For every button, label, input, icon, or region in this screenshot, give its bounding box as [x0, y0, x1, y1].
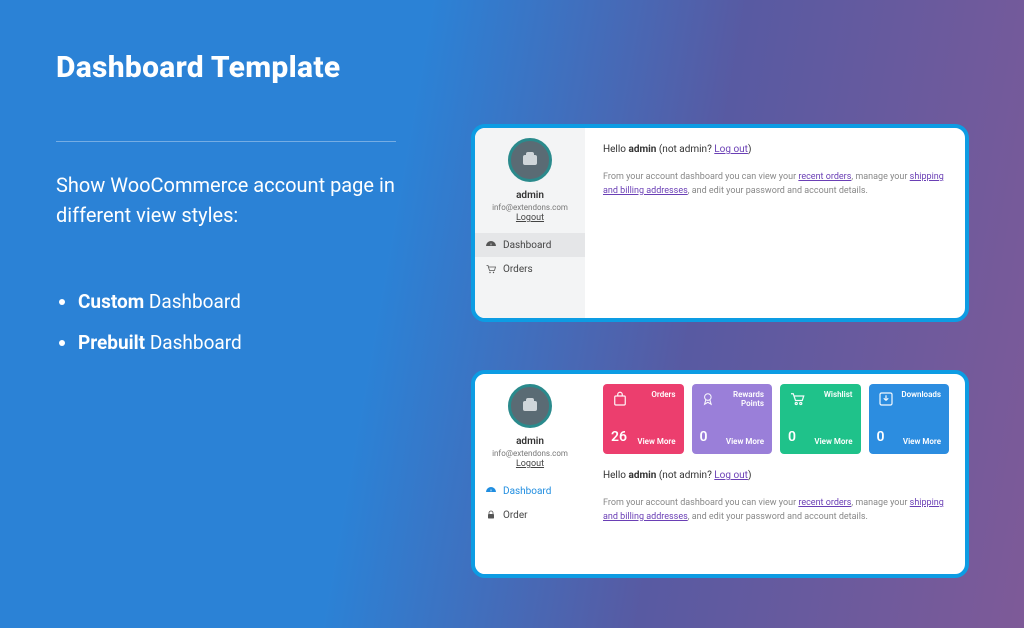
card-value: 26 — [611, 427, 627, 448]
account-sidebar: admin info@extendons.com Logout Dashboar… — [475, 128, 585, 318]
logout-link[interactable]: Logout — [516, 213, 544, 223]
sidebar-item-label: Dashboard — [503, 486, 551, 497]
list-item: Prebuilt Dashboard — [78, 331, 1024, 354]
card-label: Downloads — [901, 390, 941, 399]
ribbon-icon — [700, 390, 716, 408]
page-title: Dashboard Template — [56, 50, 1024, 85]
greeting: Hello admin (not admin? Log out) — [603, 142, 949, 157]
download-icon — [877, 390, 895, 408]
gauge-icon — [485, 485, 497, 497]
card-orders[interactable]: Orders 26 View More — [603, 384, 684, 454]
avatar — [508, 138, 552, 182]
gauge-icon — [485, 239, 497, 251]
sidebar-nav: Dashboard Orders — [475, 233, 585, 281]
page-subtitle: Show WooCommerce account page in differe… — [56, 170, 416, 230]
camera-icon — [523, 401, 537, 411]
user-name: admin — [516, 190, 544, 201]
card-value: 0 — [877, 427, 885, 448]
view-more-link[interactable]: View More — [637, 436, 675, 448]
user-name: admin — [516, 436, 544, 447]
avatar — [508, 384, 552, 428]
logout-link[interactable]: Logout — [516, 459, 544, 469]
stats-cards: Orders 26 View More Rewards Points 0 View … — [603, 384, 949, 454]
logout-inline-link[interactable]: Log out — [714, 144, 748, 155]
card-label: Rewards Points — [715, 390, 764, 408]
view-more-link[interactable]: View More — [726, 436, 764, 448]
greeting: Hello admin (not admin? Log out) — [603, 468, 949, 483]
user-email: info@extendons.com — [492, 449, 568, 458]
sidebar-nav: Dashboard Order — [475, 479, 585, 527]
sidebar-item-orders[interactable]: Orders — [475, 257, 585, 281]
logout-inline-link[interactable]: Log out — [714, 470, 748, 481]
view-more-link[interactable]: View More — [814, 436, 852, 448]
sidebar-item-label: Orders — [503, 264, 533, 275]
view-more-link[interactable]: View More — [903, 436, 941, 448]
dashboard-content: Orders 26 View More Rewards Points 0 View … — [585, 374, 965, 574]
card-value: 0 — [788, 427, 796, 448]
card-value: 0 — [700, 427, 708, 448]
prebuilt-dashboard-preview: admin info@extendons.com Logout Dashboar… — [471, 370, 969, 578]
cart-icon — [788, 390, 806, 408]
cart-icon — [485, 263, 497, 275]
sidebar-item-label: Order — [503, 510, 528, 521]
card-wishlist[interactable]: Wishlist 0 View More — [780, 384, 861, 454]
recent-orders-link[interactable]: recent orders — [798, 172, 851, 182]
card-rewards[interactable]: Rewards Points 0 View More — [692, 384, 773, 454]
card-label: Orders — [651, 390, 675, 399]
dashboard-content: Hello admin (not admin? Log out) From yo… — [585, 128, 965, 318]
card-label: Wishlist — [824, 390, 853, 399]
sidebar-item-order[interactable]: Order — [475, 503, 585, 527]
sidebar-item-label: Dashboard — [503, 240, 551, 251]
recent-orders-link[interactable]: recent orders — [798, 498, 851, 508]
camera-icon — [523, 155, 537, 165]
card-downloads[interactable]: Downloads 0 View More — [869, 384, 950, 454]
lock-icon — [485, 509, 497, 521]
sidebar-item-dashboard[interactable]: Dashboard — [475, 233, 585, 257]
dashboard-description: From your account dashboard you can view… — [603, 497, 949, 524]
divider — [56, 141, 396, 142]
sidebar-item-dashboard[interactable]: Dashboard — [475, 479, 585, 503]
custom-dashboard-preview: admin info@extendons.com Logout Dashboar… — [471, 124, 969, 322]
dashboard-description: From your account dashboard you can view… — [603, 171, 949, 198]
bag-icon — [611, 390, 629, 408]
user-email: info@extendons.com — [492, 203, 568, 212]
account-sidebar: admin info@extendons.com Logout Dashboar… — [475, 374, 585, 574]
